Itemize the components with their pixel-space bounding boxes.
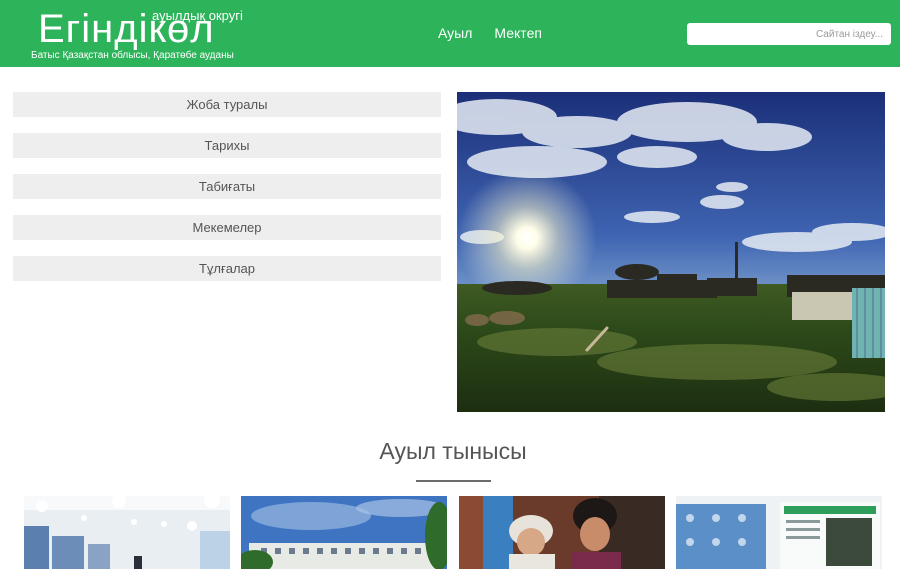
gallery-thumb-3[interactable] bbox=[459, 496, 665, 569]
sidebar-item-history[interactable]: Тарихы bbox=[13, 133, 441, 158]
nav-item-mektep[interactable]: Мектеп bbox=[494, 24, 542, 42]
gallery-thumb-4[interactable] bbox=[676, 496, 882, 569]
search-input[interactable] bbox=[687, 23, 891, 45]
gallery-thumbnails bbox=[24, 496, 882, 569]
hero-village-photo bbox=[457, 92, 885, 412]
gallery-thumb-1[interactable] bbox=[24, 496, 230, 569]
sidebar-item-institutions[interactable]: Мекемелер bbox=[13, 215, 441, 240]
site-logo-superscript: ауылдық округі bbox=[152, 8, 243, 23]
site-logo-subtitle: Батыс Қазақстан облысы, Қаратөбе ауданы bbox=[31, 50, 234, 61]
nav-item-auyl[interactable]: Ауыл bbox=[438, 24, 472, 42]
sidebar-menu: Жоба туралы Тарихы Табиғаты Мекемелер Тұ… bbox=[13, 92, 441, 297]
section-title: Ауыл тынысы bbox=[379, 438, 527, 464]
sidebar-item-people[interactable]: Тұлғалар bbox=[13, 256, 441, 281]
gallery-thumb-2[interactable] bbox=[241, 496, 447, 569]
main-nav: Ауыл Мектеп bbox=[438, 24, 542, 42]
site-header: Егіндікөл ауылдық округі Батыс Қазақстан… bbox=[0, 0, 900, 67]
sidebar-item-about[interactable]: Жоба туралы bbox=[13, 92, 441, 117]
section-divider bbox=[416, 480, 491, 482]
sidebar-item-nature[interactable]: Табиғаты bbox=[13, 174, 441, 199]
